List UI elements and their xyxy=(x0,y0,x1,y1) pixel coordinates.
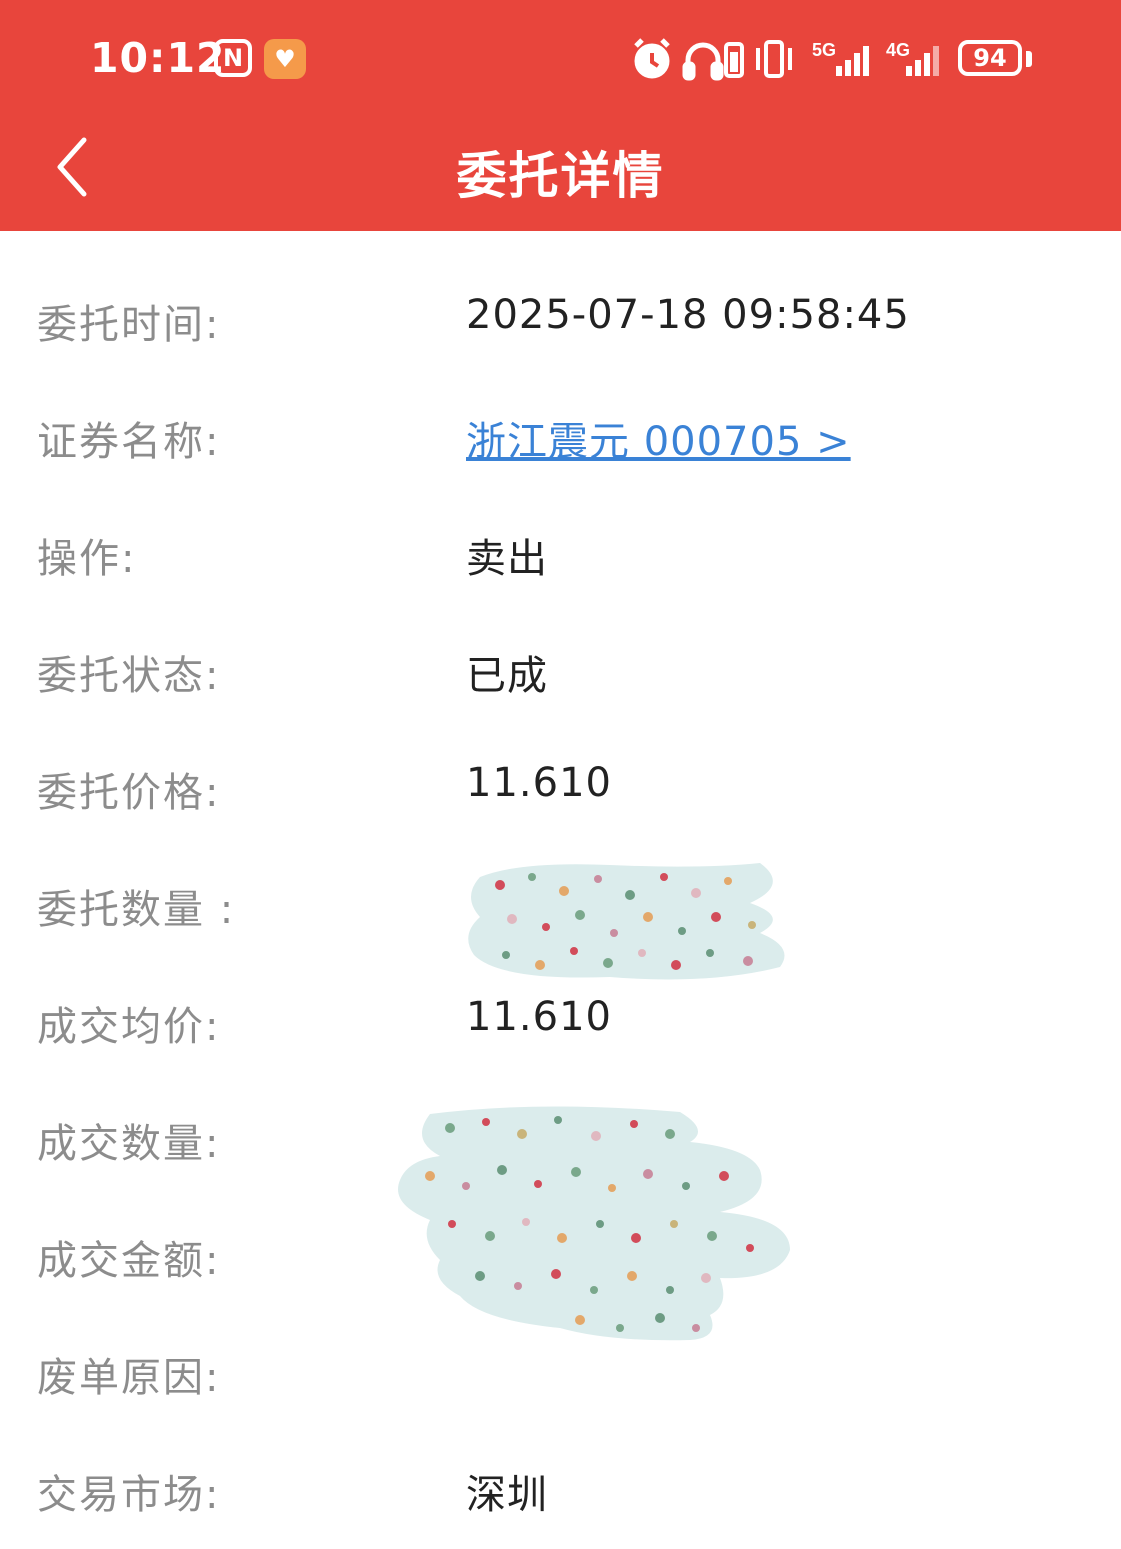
order-quantity-label: 委托数量 : xyxy=(37,887,236,933)
operation-label: 操作: xyxy=(37,536,137,582)
headset-battery-icon xyxy=(724,42,744,78)
operation-value: 卖出 xyxy=(466,536,548,582)
row-order-status: 委托状态: 已成 xyxy=(0,613,1121,730)
redaction-mask-deal-values xyxy=(398,1106,790,1341)
vibrate-icon xyxy=(756,40,792,78)
security-label: 证券名称: xyxy=(37,419,221,465)
order-price-value: 11.610 xyxy=(466,760,612,806)
network-5g-label: 5G xyxy=(812,40,836,60)
headphones-icon xyxy=(682,42,724,81)
cancel-reason-label: 废单原因: xyxy=(37,1355,221,1401)
row-order-price: 委托价格: 11.610 xyxy=(0,730,1121,847)
status-bar: 10:12 N ♥ 5G 4G 94 xyxy=(0,0,1121,115)
page-title: 委托详情 xyxy=(456,147,665,205)
average-price-value: 11.610 xyxy=(466,994,612,1040)
row-order-time: 委托时间: 2025-07-18 09:58:45 xyxy=(0,262,1121,379)
deal-quantity-label: 成交数量: xyxy=(37,1121,221,1167)
security-link[interactable]: 浙江震元 000705 > xyxy=(466,409,851,467)
row-operation: 操作: 卖出 xyxy=(0,496,1121,613)
average-price-label: 成交均价: xyxy=(37,1004,221,1050)
status-time: 10:12 xyxy=(90,34,226,82)
order-status-value: 已成 xyxy=(466,653,548,699)
order-status-label: 委托状态: xyxy=(37,653,221,699)
battery-level: 94 xyxy=(958,40,1022,76)
heart-icon: ♥ xyxy=(264,39,306,79)
order-time-label: 委托时间: xyxy=(37,302,221,348)
signal-4g-icon xyxy=(906,46,939,76)
nfc-icon: N xyxy=(214,39,252,77)
order-time-value: 2025-07-18 09:58:45 xyxy=(466,292,910,338)
redaction-mask-order-quantity xyxy=(468,863,785,980)
signal-5g-icon xyxy=(836,46,869,76)
deal-amount-label: 成交金额: xyxy=(37,1238,221,1284)
alarm-icon xyxy=(634,38,670,79)
order-price-label: 委托价格: xyxy=(37,770,221,816)
market-value: 深圳 xyxy=(466,1472,548,1518)
market-label: 交易市场: xyxy=(37,1472,221,1518)
app-header: 10:12 N ♥ 5G 4G 94 委托详情 xyxy=(0,0,1121,231)
network-4g-label: 4G xyxy=(886,40,910,60)
battery-icon xyxy=(1026,51,1032,67)
row-market: 交易市场: 深圳 xyxy=(0,1432,1121,1549)
row-security: 证券名称: 浙江震元 000705 > xyxy=(0,379,1121,496)
